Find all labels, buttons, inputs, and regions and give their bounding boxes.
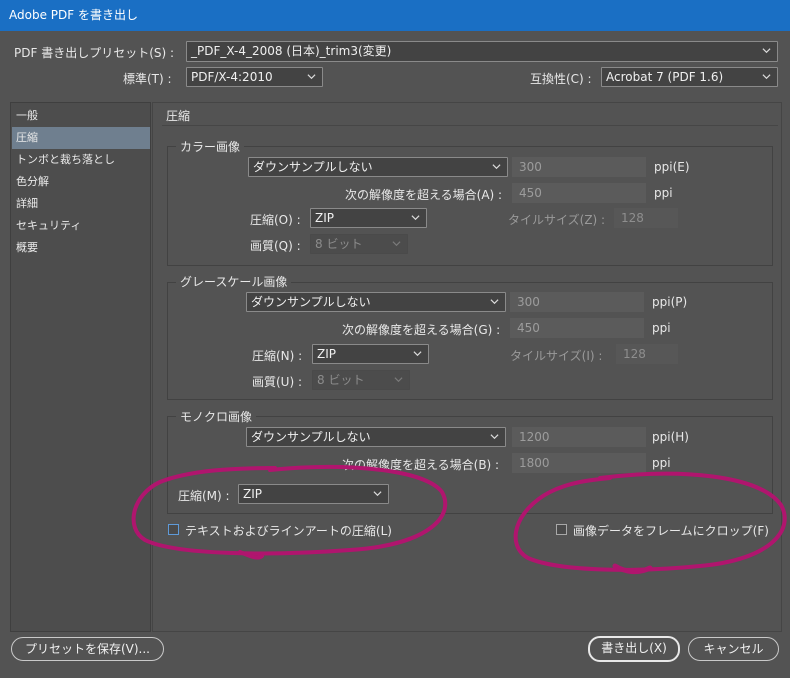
sidebar-item-compression[interactable]: 圧縮 [12, 127, 150, 149]
color-compression-value: ZIP [315, 211, 334, 225]
gray-downsample-value: ダウンサンプルしない [251, 295, 371, 309]
mono-ppi-input[interactable]: 1200 [512, 427, 646, 447]
mono-downsample-value: ダウンサンプルしない [251, 430, 371, 444]
color-tile-input[interactable]: 128 [614, 208, 678, 228]
chevron-down-icon [411, 215, 420, 221]
gray-threshold-unit: ppi [652, 321, 671, 335]
mono-downsample-select[interactable]: ダウンサンプルしない [246, 427, 506, 447]
color-downsample-select[interactable]: ダウンサンプルしない [248, 157, 508, 177]
color-compression-select[interactable]: ZIP [310, 208, 427, 228]
chevron-down-icon [762, 48, 771, 54]
cancel-button[interactable]: キャンセル [688, 637, 779, 661]
color-compression-label: 圧縮(O) : [250, 213, 301, 227]
gray-quality-label: 画質(U) : [252, 375, 303, 389]
color-tile-label: タイルサイズ(Z) : [508, 213, 606, 227]
gray-quality-value: 8 ビット [317, 373, 365, 387]
compat-label: 互換性(C) : [530, 72, 592, 86]
color-threshold-unit: ppi [654, 186, 673, 200]
mono-compression-value: ZIP [243, 487, 262, 501]
chevron-down-icon [392, 241, 401, 247]
section-divider [162, 125, 778, 126]
mono-compression-label: 圧縮(M) : [178, 489, 230, 503]
color-quality-label: 画質(Q) : [250, 239, 301, 253]
preset-label: PDF 書き出しプリセット(S) : [14, 46, 175, 60]
chevron-down-icon [762, 74, 771, 80]
mono-ppi-label: ppi(H) [652, 430, 689, 444]
mono-threshold-unit: ppi [652, 456, 671, 470]
gray-compression-value: ZIP [317, 347, 336, 361]
gray-downsample-select[interactable]: ダウンサンプルしない [246, 292, 506, 312]
color-ppi-input[interactable]: 300 [512, 157, 646, 177]
sidebar: 一般 圧縮 トンボと裁ち落とし 色分解 詳細 セキュリティ 概要 [10, 102, 151, 632]
chevron-down-icon [394, 377, 403, 383]
crop-image-checkbox[interactable] [556, 524, 567, 535]
sidebar-item-separations[interactable]: 色分解 [12, 171, 150, 193]
gray-tile-label: タイルサイズ(I) : [510, 349, 603, 363]
sidebar-item-general[interactable]: 一般 [12, 105, 150, 127]
export-button[interactable]: 書き出し(X) [588, 636, 680, 662]
sidebar-item-summary[interactable]: 概要 [12, 237, 150, 259]
color-threshold-label: 次の解像度を超える場合(A) : [345, 188, 503, 202]
gray-threshold-input[interactable]: 450 [510, 318, 644, 338]
gray-quality-select[interactable]: 8 ビット [312, 370, 410, 390]
color-downsample-value: ダウンサンプルしない [253, 160, 373, 174]
mono-threshold-label: 次の解像度を超える場合(B) : [342, 458, 500, 472]
chevron-down-icon [490, 299, 499, 305]
section-title: 圧縮 [166, 109, 191, 123]
sidebar-item-advanced[interactable]: 詳細 [12, 193, 150, 215]
gray-compression-select[interactable]: ZIP [312, 344, 429, 364]
sidebar-item-security[interactable]: セキュリティ [12, 215, 150, 237]
mono-compression-select[interactable]: ZIP [238, 484, 389, 504]
chevron-down-icon [307, 74, 316, 80]
standard-label: 標準(T) : [123, 72, 172, 86]
gray-ppi-input[interactable]: 300 [510, 292, 644, 312]
save-preset-button[interactable]: プリセットを保存(V)... [11, 637, 164, 661]
compat-select[interactable]: Acrobat 7 (PDF 1.6) [601, 67, 778, 87]
compat-value: Acrobat 7 (PDF 1.6) [606, 70, 724, 84]
standard-value: PDF/X-4:2010 [191, 70, 273, 84]
color-quality-value: 8 ビット [315, 237, 363, 251]
preset-select[interactable]: _PDF_X-4_2008 (日本)_trim3(変更) [186, 41, 778, 62]
color-ppi-label: ppi(E) [654, 160, 690, 174]
gray-tile-input[interactable]: 128 [616, 344, 678, 364]
crop-image-label[interactable]: 画像データをフレームにクロップ(F) [573, 522, 769, 539]
window-title: Adobe PDF を書き出し [0, 0, 790, 31]
gray-threshold-label: 次の解像度を超える場合(G) : [342, 323, 501, 337]
sidebar-item-marks-bleeds[interactable]: トンボと裁ち落とし [12, 149, 150, 171]
color-title: カラー画像 [176, 138, 245, 155]
chevron-down-icon [413, 351, 422, 357]
color-quality-select[interactable]: 8 ビット [310, 234, 408, 254]
preset-value: _PDF_X-4_2008 (日本)_trim3(変更) [191, 44, 392, 58]
mono-title: モノクロ画像 [176, 408, 257, 425]
compress-text-label[interactable]: テキストおよびラインアートの圧縮(L) [185, 522, 392, 539]
compress-text-checkbox[interactable] [168, 524, 179, 535]
standard-select[interactable]: PDF/X-4:2010 [186, 67, 323, 87]
chevron-down-icon [492, 164, 501, 170]
mono-threshold-input[interactable]: 1800 [512, 453, 646, 473]
color-threshold-input[interactable]: 450 [512, 183, 646, 203]
gray-compression-label: 圧縮(N) : [252, 349, 303, 363]
gray-ppi-label: ppi(P) [652, 295, 688, 309]
chevron-down-icon [490, 434, 499, 440]
chevron-down-icon [373, 491, 382, 497]
gray-title: グレースケール画像 [176, 273, 292, 290]
